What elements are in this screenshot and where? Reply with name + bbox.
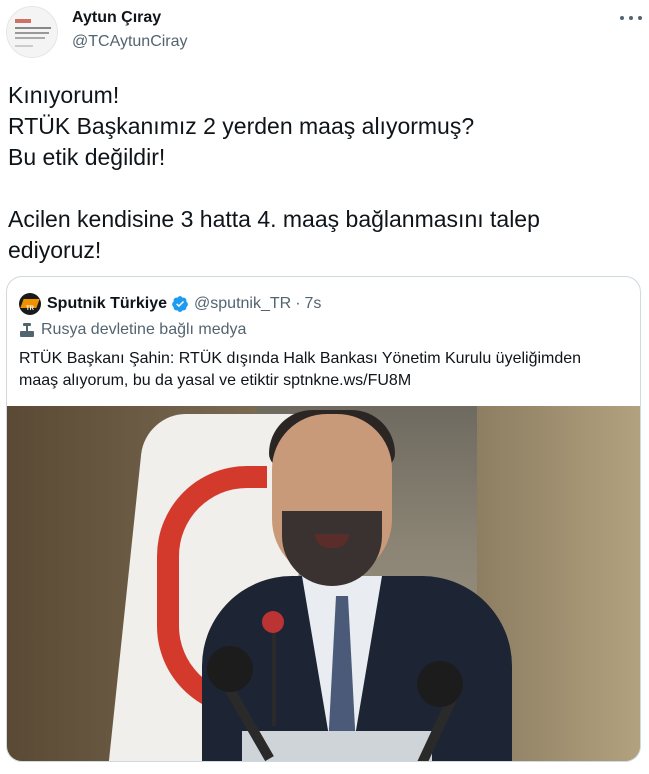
quoted-media-photo[interactable] [7,406,640,761]
avatar[interactable] [6,6,58,58]
quoted-tweet[interactable]: Sputnik Türkiye @sputnik_TR · 7s Rusya d… [6,276,641,762]
more-icon[interactable] [620,8,642,28]
quoted-text-line: maaş alıyorum, bu da yasal ve etiktir sp… [19,372,412,389]
tweet-line [8,173,638,204]
separator-dot: · [295,295,301,312]
tweet-line: Acilen kendisine 3 hatta 4. maaş bağlanm… [8,206,540,232]
sputnik-logo-icon [19,293,41,315]
tweet-line: RTÜK Başkanımız 2 yerden maaş alıyormuş? [8,113,475,139]
state-media-label[interactable]: Rusya devletine bağlı medya [19,321,246,339]
tweet-line: ediyoruz! [8,237,102,263]
quoted-text: RTÜK Başkanı Şahin: RTÜK dışında Halk Ba… [19,348,619,392]
quoted-author-handle: @sputnik_TR [194,295,292,312]
quoted-timestamp[interactable]: 7s [305,295,322,313]
tweet-text: Kınıyorum! RTÜK Başkanımız 2 yerden maaş… [8,80,638,266]
state-media-icon [19,322,35,338]
tweet-line: Bu etik değildir! [8,144,166,170]
author-name[interactable]: Aytun Çıray [72,9,161,27]
state-media-label-text: Rusya devletine bağlı medya [41,321,247,338]
verified-badge-icon [172,296,188,312]
quoted-text-line: RTÜK Başkanı Şahin: RTÜK dışında Halk Ba… [19,350,582,367]
quoted-author-name: Sputnik Türkiye [47,295,168,312]
author-handle[interactable]: @TCAytunCiray [72,33,188,51]
tweet[interactable]: Aytun Çıray @TCAytunCiray Kınıyorum! RTÜ… [0,0,649,774]
quoted-header: Sputnik Türkiye @sputnik_TR · 7s [19,293,321,315]
tweet-line: Kınıyorum! [8,82,120,108]
